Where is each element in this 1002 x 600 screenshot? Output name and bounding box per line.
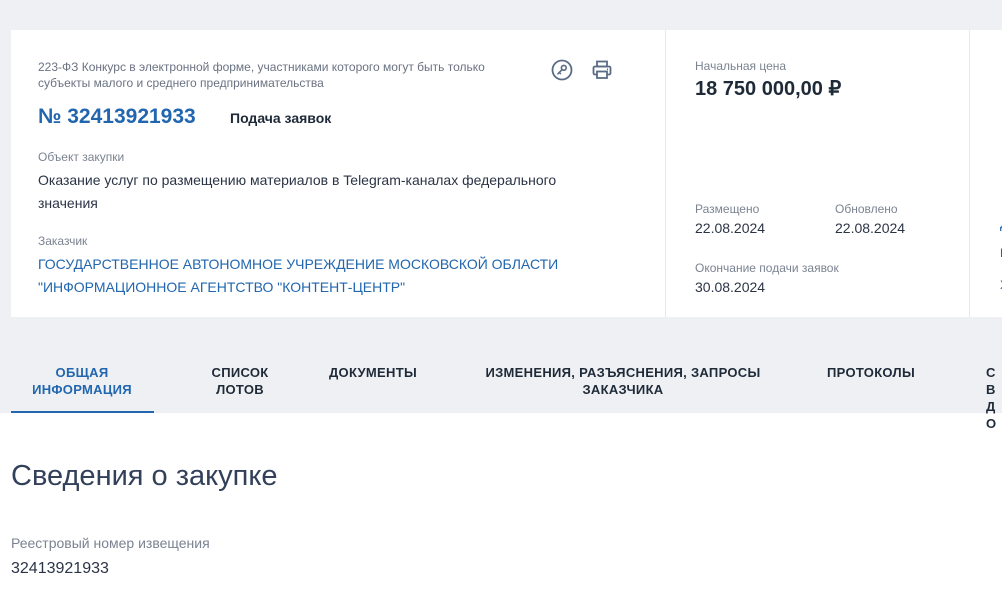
posted-date: 22.08.2024 [695, 220, 766, 236]
price-dates-column: Начальная цена 18 750 000,00 ₽ Размещено… [667, 30, 970, 317]
customer-link[interactable]: ГОСУДАРСТВЕННОЕ АВТОНОМНОЕ УЧРЕЖДЕНИЕ МО… [38, 253, 598, 299]
updated-date: 22.08.2024 [835, 220, 906, 236]
updated-label: Обновлено [835, 202, 898, 216]
stage-label: Подача заявок [230, 110, 332, 126]
procurement-type: 223-ФЗ Конкурс в электронной форме, учас… [38, 60, 485, 90]
deadline-date: 30.08.2024 [695, 279, 766, 295]
active-tab-indicator [11, 411, 154, 413]
object-text: Оказание услуг по размещению материалов … [38, 172, 557, 211]
object-label: Объект закупки [38, 150, 125, 164]
print-icon[interactable] [590, 58, 614, 82]
truncated-column: Д П Х [971, 30, 1002, 317]
tab-bar: ОБЩАЯ ИНФОРМАЦИЯ СПИСОК ЛОТОВ ДОКУМЕНТЫ … [0, 355, 1002, 431]
tab-documents[interactable]: ДОКУМЕНТЫ [320, 364, 426, 381]
field-value: 32413921933 [11, 560, 109, 577]
purchase-card: 223-ФЗ Конкурс в электронной форме, учас… [11, 30, 1002, 317]
key-icon[interactable] [550, 58, 574, 82]
customer-label: Заказчик [38, 234, 88, 248]
section-title: Сведения о закупке [11, 460, 278, 492]
tab-changes[interactable]: ИЗМЕНЕНИЯ, РАЗЪЯСНЕНИЯ, ЗАПРОСЫ ЗАКАЗЧИК… [478, 364, 768, 398]
field-label: Реестровый номер извещения [11, 535, 210, 551]
registry-number-link[interactable]: № 32413921933 [38, 105, 196, 129]
purchase-info-column: 223-ФЗ Конкурс в электронной форме, учас… [11, 30, 666, 317]
price-label: Начальная цена [695, 59, 787, 73]
posted-label: Размещено [695, 202, 760, 216]
deadline-label: Окончание подачи заявок [695, 261, 839, 275]
tab-protocols[interactable]: ПРОТОКОЛЫ [816, 364, 926, 381]
price-value: 18 750 000,00 ₽ [695, 78, 842, 100]
tab-truncated[interactable]: СВ ДО [986, 364, 1002, 432]
tab-general-info[interactable]: ОБЩАЯ ИНФОРМАЦИЯ [21, 364, 143, 398]
tab-lots[interactable]: СПИСОК ЛОТОВ [200, 364, 280, 398]
